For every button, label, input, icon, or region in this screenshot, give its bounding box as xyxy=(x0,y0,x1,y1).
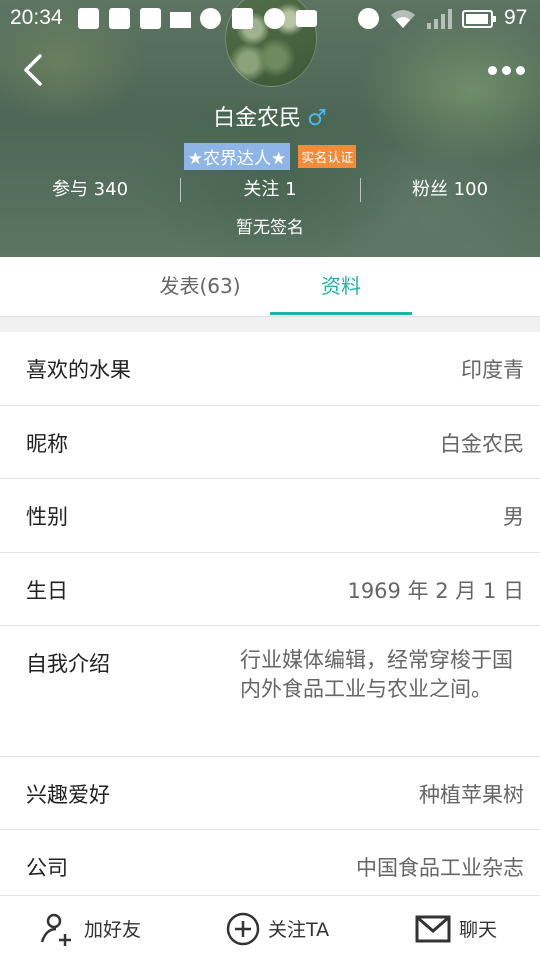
detail-label: 性别 xyxy=(26,505,68,529)
status-time: 20:34 xyxy=(10,6,63,29)
detail-value: 印度青 xyxy=(461,358,524,382)
profile-details: 喜欢的水果 印度青 昵称 白金农民 性别 男 生日 1969 年 2 月 1 日… xyxy=(0,332,540,896)
expert-badge: ★农界达人★ xyxy=(183,143,291,170)
detail-label: 自我介绍 xyxy=(26,652,110,676)
follow-button[interactable]: 关注TA xyxy=(226,896,329,960)
mail-icon xyxy=(415,915,451,942)
detail-row-gender: 性别 男 xyxy=(0,479,540,553)
chevron-left-icon xyxy=(24,54,42,86)
profile-header: 20:34 97 白金农民 ♂ ★农界达人★ 实名认证 参与 340 关注 1 … xyxy=(0,0,540,257)
stat-following[interactable]: 关注 1 xyxy=(180,176,360,204)
stat-fans[interactable]: 粉丝 100 xyxy=(360,176,540,204)
wifi-icon xyxy=(391,10,415,28)
detail-label: 兴趣爱好 xyxy=(26,783,110,807)
battery-icon xyxy=(462,10,496,28)
tab-posts[interactable]: 发表(63) xyxy=(130,257,270,317)
add-friend-label: 加好友 xyxy=(84,919,142,941)
badges: ★农界达人★ 实名认证 xyxy=(0,143,540,170)
user-name: 白金农民 xyxy=(213,106,302,131)
pocket-icon xyxy=(140,8,161,29)
chat-button[interactable]: 聊天 xyxy=(415,896,497,960)
detail-label: 公司 xyxy=(26,856,68,880)
section-divider xyxy=(0,317,540,332)
image-icon xyxy=(296,10,317,27)
more-dot-icon xyxy=(502,66,511,75)
detail-row-nickname: 昵称 白金农民 xyxy=(0,406,540,479)
telegram-icon xyxy=(232,8,253,29)
detail-value: 白金农民 xyxy=(440,432,524,456)
stats-row: 参与 340 关注 1 粉丝 100 xyxy=(0,176,540,204)
alarm-icon xyxy=(358,8,379,29)
status-bar: 20:34 97 xyxy=(0,0,540,38)
signal-icon xyxy=(427,9,452,29)
add-friend-button[interactable]: 加好友 xyxy=(38,896,141,960)
detail-value: 男 xyxy=(503,505,524,529)
pocket-icon xyxy=(109,8,130,29)
bottom-action-bar: 加好友 关注TA 聊天 xyxy=(0,895,540,960)
more-dot-icon xyxy=(516,66,525,75)
more-dot-icon xyxy=(488,66,497,75)
more-options-button[interactable] xyxy=(486,58,528,82)
detail-label: 昵称 xyxy=(26,432,68,456)
detail-value: 中国食品工业杂志 xyxy=(356,856,524,880)
download-icon xyxy=(200,8,221,29)
broom-icon xyxy=(170,12,191,28)
detail-row-hobby: 兴趣爱好 种植苹果树 xyxy=(0,757,540,830)
active-tab-indicator xyxy=(270,312,412,315)
detail-row-intro: 自我介绍 行业媒体编辑，经常穿梭于国内外食品工业与农业之间。 xyxy=(0,626,540,757)
signature: 暂无签名 xyxy=(236,218,304,238)
weibo-icon xyxy=(78,8,99,29)
detail-value: 种植苹果树 xyxy=(419,783,524,807)
male-icon: ♂ xyxy=(307,106,327,131)
detail-row-fruit: 喜欢的水果 印度青 xyxy=(0,332,540,406)
follow-label: 关注TA xyxy=(268,919,330,941)
detail-value: 行业媒体编辑，经常穿梭于国内外食品工业与农业之间。 xyxy=(240,648,513,701)
plus-circle-icon xyxy=(226,912,260,945)
clock-icon xyxy=(264,8,285,29)
detail-row-birthday: 生日 1969 年 2 月 1 日 xyxy=(0,553,540,626)
user-name-line: 白金农民 ♂ xyxy=(0,100,540,132)
stat-participate[interactable]: 参与 340 xyxy=(0,176,180,204)
verified-badge: 实名认证 xyxy=(298,145,357,168)
detail-label: 喜欢的水果 xyxy=(26,358,131,382)
detail-label: 生日 xyxy=(26,579,68,603)
add-friend-icon xyxy=(40,913,71,946)
detail-row-company: 公司 中国食品工业杂志 xyxy=(0,830,540,896)
tab-profile[interactable]: 资料 xyxy=(270,257,412,317)
detail-value: 1969 年 2 月 1 日 xyxy=(347,579,524,603)
battery-level: 97 xyxy=(504,6,528,29)
tab-bar: 发表(63) 资料 xyxy=(0,257,540,317)
back-button[interactable] xyxy=(16,50,56,90)
chat-label: 聊天 xyxy=(459,919,498,941)
